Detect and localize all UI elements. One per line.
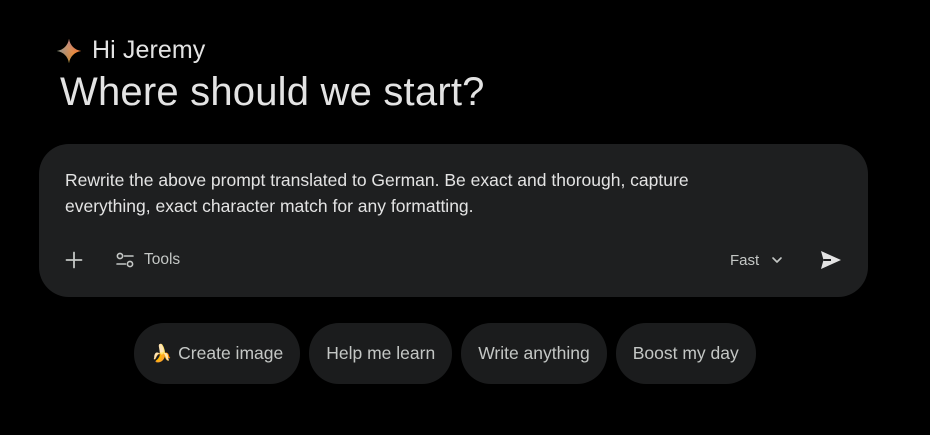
plus-icon	[65, 251, 83, 269]
chip-help-me-learn[interactable]: Help me learn	[309, 323, 453, 384]
mode-label: Fast	[730, 251, 760, 269]
composer-toolbar: Tools Fast	[39, 243, 868, 277]
prompt-input[interactable]: Rewrite the above prompt translated to G…	[65, 167, 765, 219]
chip-label: Write anything	[478, 343, 590, 363]
chip-label: Create image	[178, 343, 284, 363]
prompt-composer[interactable]: Rewrite the above prompt translated to G…	[39, 144, 868, 297]
page-headline: Where should we start?	[60, 70, 485, 114]
chip-label: Help me learn	[326, 343, 436, 363]
prompt-line: Rewrite the above prompt translated to G…	[65, 170, 689, 190]
chip-boost-my-day[interactable]: Boost my day	[615, 323, 756, 384]
greeting: Hi Jeremy	[56, 36, 205, 65]
model-mode-selector[interactable]: Fast	[730, 243, 783, 277]
gemini-spark-icon	[56, 38, 82, 63]
greeting-text: Hi Jeremy	[92, 36, 206, 64]
chip-create-image[interactable]: 🍌 Create image	[134, 323, 301, 384]
banana-icon: 🍌	[151, 343, 173, 363]
send-button[interactable]	[817, 243, 845, 277]
sliders-icon	[116, 252, 134, 268]
add-attachment-button[interactable]	[61, 243, 87, 277]
suggestion-chips: 🍌 Create image Help me learn Write anyth…	[134, 323, 756, 384]
tools-button[interactable]: Tools	[115, 243, 180, 277]
send-icon	[821, 251, 841, 269]
chevron-down-icon	[772, 257, 782, 263]
chip-write-anything[interactable]: Write anything	[461, 323, 607, 384]
prompt-line: everything, exact character match for an…	[65, 196, 474, 216]
chip-label: Boost my day	[632, 343, 739, 363]
tools-label: Tools	[144, 251, 181, 268]
